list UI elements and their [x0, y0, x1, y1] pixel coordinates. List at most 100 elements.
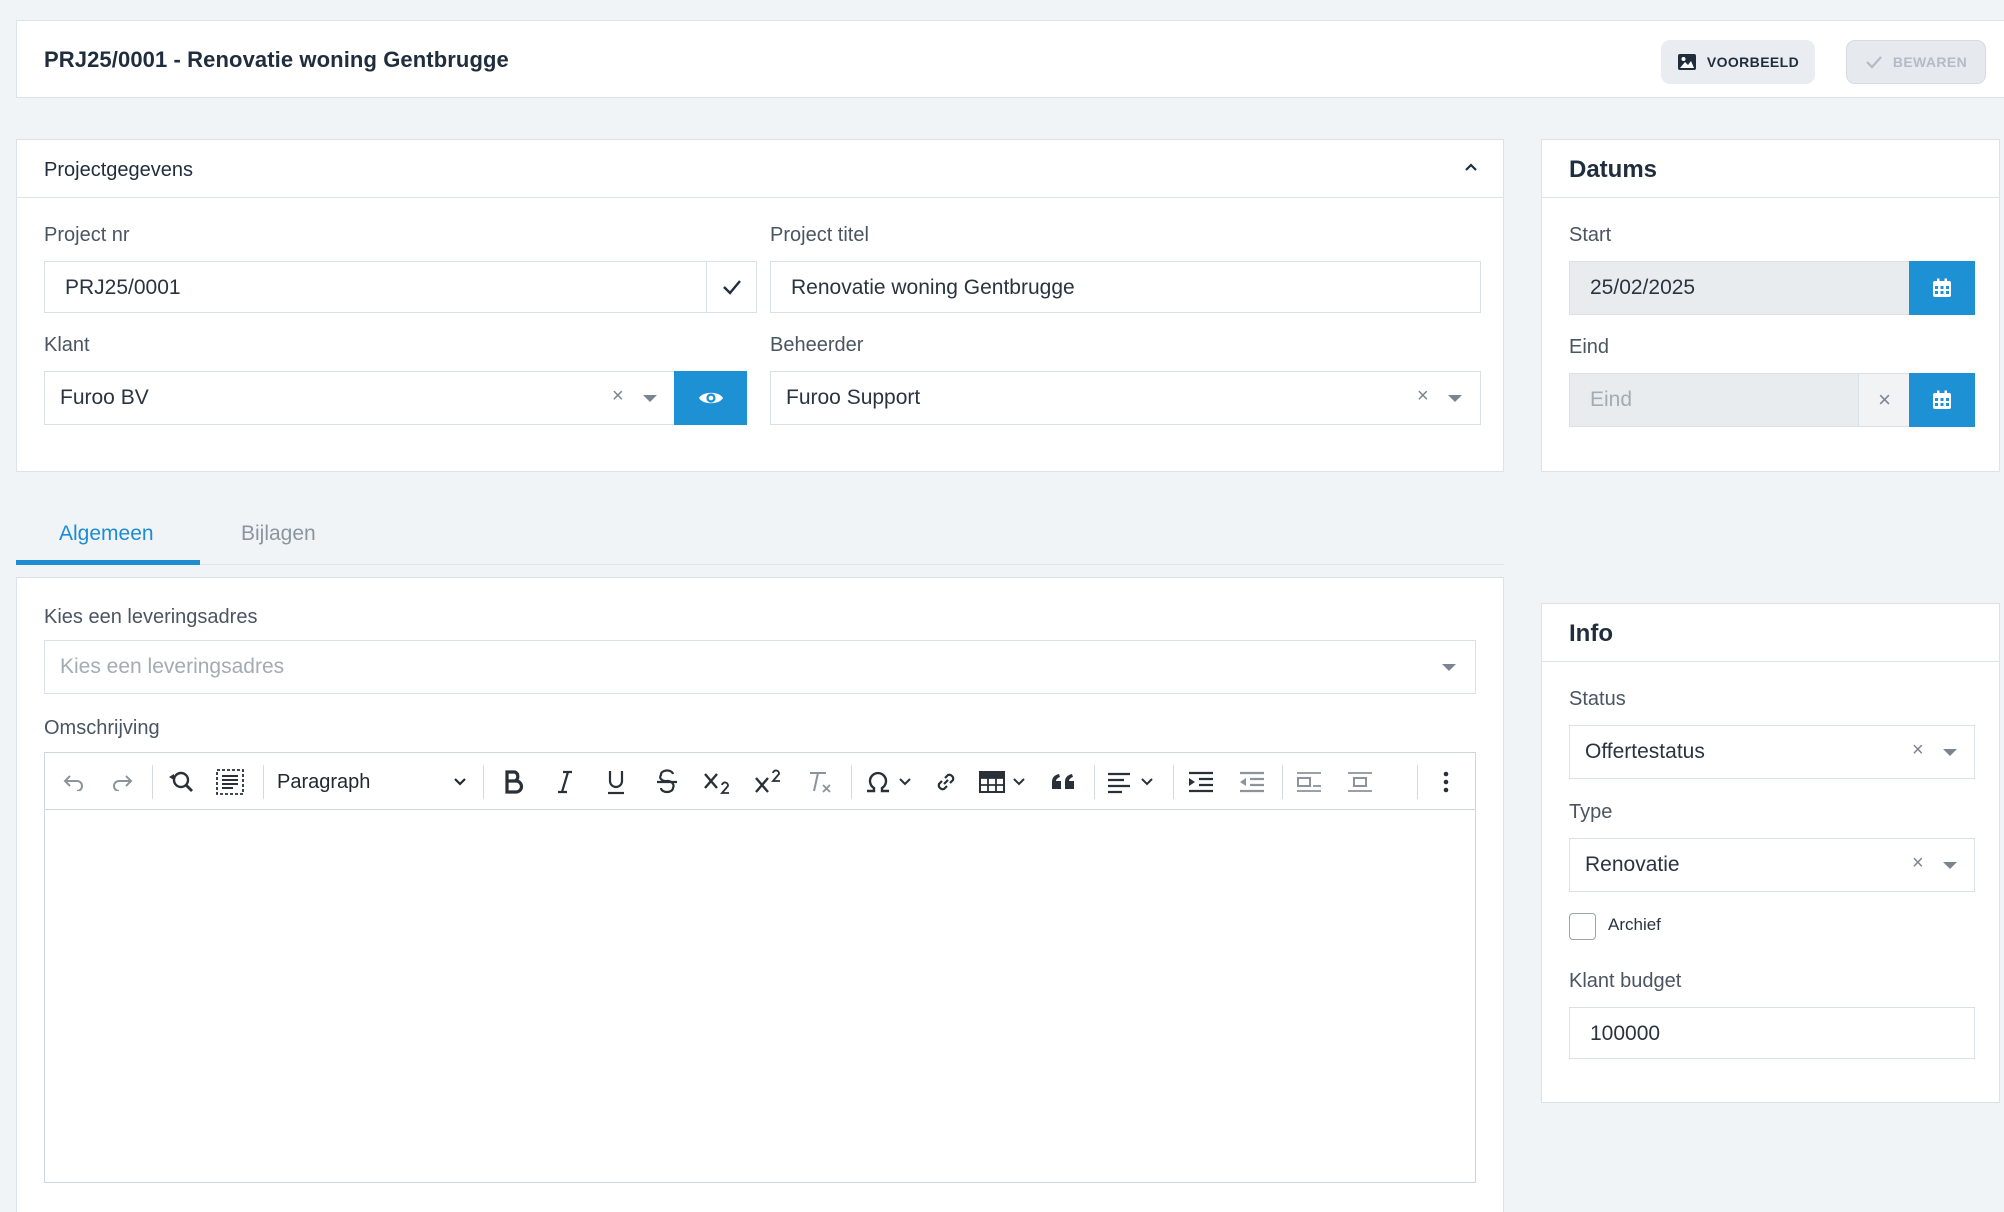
image-align-center-icon[interactable] — [1342, 767, 1378, 797]
project-card-title: Projectgegevens — [44, 159, 193, 181]
leveringsadres-placeholder: Kies een leveringsadres — [60, 655, 285, 678]
dates-card-header: Datums — [1542, 140, 1999, 198]
beheerder-value: Furoo Support — [786, 386, 921, 409]
klant-label: Klant — [44, 334, 90, 356]
paragraph-format-label: Paragraph — [277, 770, 371, 793]
archief-checkbox[interactable] — [1569, 913, 1596, 940]
check-icon — [722, 280, 741, 295]
start-calendar-button[interactable] — [1909, 261, 1975, 315]
project-titel-label: Project titel — [770, 224, 869, 246]
project-nr-validate-button[interactable] — [706, 262, 756, 312]
active-tab-indicator — [16, 560, 200, 565]
undo-icon[interactable] — [57, 767, 91, 797]
project-details-card: Projectgegevens Project nr PRJ25/0001 Pr… — [16, 139, 1504, 472]
chevron-up-icon[interactable] — [1464, 162, 1478, 172]
dates-card: Datums Start 25/02/2025 Eind Eind × — [1541, 139, 2000, 472]
eind-label: Eind — [1569, 336, 1610, 358]
info-card-title: Info — [1569, 620, 1613, 647]
remove-format-icon[interactable] — [802, 767, 838, 797]
indent-icon[interactable] — [1183, 767, 1219, 797]
subscript-icon[interactable] — [700, 767, 736, 797]
check-icon — [1866, 56, 1882, 69]
underline-icon[interactable] — [598, 767, 634, 797]
project-nr-input[interactable]: PRJ25/0001 — [44, 261, 757, 313]
caret-down-icon[interactable] — [1943, 749, 1957, 756]
klant-select[interactable]: Furoo BV × — [44, 371, 675, 425]
tab-algemeen[interactable]: Algemeen — [59, 522, 154, 546]
start-date-input[interactable]: 25/02/2025 — [1569, 261, 1910, 315]
toolbar-separator — [1282, 765, 1283, 799]
project-nr-label: Project nr — [44, 224, 130, 246]
budget-label: Klant budget — [1569, 970, 1682, 992]
status-value: Offertestatus — [1585, 740, 1705, 763]
beheerder-select[interactable]: Furoo Support × — [770, 371, 1481, 425]
toolbar-separator — [483, 765, 484, 799]
link-icon[interactable] — [928, 767, 964, 797]
find-replace-icon[interactable] — [162, 767, 198, 797]
project-nr-value: PRJ25/0001 — [65, 276, 181, 299]
editor-content-area[interactable] — [45, 811, 1475, 1182]
save-button[interactable]: BEWAREN — [1846, 40, 1986, 84]
page-title: PRJ25/0001 - Renovatie woning Gentbrugge — [44, 47, 509, 72]
eye-icon — [698, 392, 723, 404]
clear-icon: × — [1878, 387, 1891, 412]
end-date-placeholder: Eind — [1590, 388, 1633, 411]
caret-down-icon[interactable] — [643, 395, 657, 402]
start-date-value: 25/02/2025 — [1590, 276, 1696, 299]
block-quote-icon[interactable] — [1045, 767, 1081, 797]
beheerder-label: Beheerder — [770, 334, 864, 356]
special-characters-icon[interactable] — [860, 767, 920, 797]
preview-button-label: VOORBEELD — [1706, 54, 1800, 70]
toolbar-separator — [1417, 765, 1418, 799]
table-icon[interactable] — [975, 767, 1035, 797]
general-tab-panel: Kies een leveringsadres Kies een leverin… — [16, 577, 1504, 1212]
save-button-label: BEWAREN — [1892, 54, 1968, 70]
image-icon — [1677, 54, 1696, 70]
editor-toolbar: Paragraph — [45, 753, 1475, 810]
leveringsadres-label: Kies een leveringsadres — [44, 606, 258, 628]
toolbar-separator — [152, 765, 153, 799]
budget-input[interactable]: 100000 — [1569, 1007, 1975, 1059]
clear-icon[interactable]: × — [1912, 739, 1924, 762]
toolbar-separator — [851, 765, 852, 799]
preview-button[interactable]: VOORBEELD — [1661, 40, 1815, 84]
paragraph-format-dropdown[interactable]: Paragraph — [277, 767, 467, 797]
toolbar-separator — [1094, 765, 1095, 799]
strikethrough-icon[interactable] — [649, 767, 685, 797]
end-calendar-button[interactable] — [1909, 373, 1975, 427]
type-value: Renovatie — [1585, 853, 1680, 876]
caret-down-icon[interactable] — [1442, 664, 1456, 671]
calendar-icon — [1933, 390, 1951, 409]
more-options-icon[interactable] — [1431, 767, 1461, 797]
chevron-down-icon — [454, 778, 466, 786]
clear-icon[interactable]: × — [612, 385, 624, 408]
project-card-header[interactable]: Projectgegevens — [17, 140, 1503, 198]
select-all-icon[interactable] — [212, 767, 248, 797]
dates-card-title: Datums — [1569, 156, 1658, 183]
info-card: Info Status Offertestatus × Type Renovat… — [1541, 603, 2000, 1103]
project-titel-input[interactable]: Renovatie woning Gentbrugge — [770, 261, 1481, 313]
rich-text-editor[interactable]: Paragraph — [44, 752, 1476, 1183]
start-label: Start — [1569, 224, 1612, 246]
clear-icon[interactable]: × — [1912, 852, 1924, 875]
archief-label[interactable]: Archief — [1608, 915, 1661, 935]
status-select[interactable]: Offertestatus × — [1569, 725, 1975, 779]
clear-end-date-button[interactable]: × — [1858, 374, 1910, 426]
view-klant-button[interactable] — [674, 371, 747, 425]
type-select[interactable]: Renovatie × — [1569, 838, 1975, 892]
outdent-icon[interactable] — [1234, 767, 1270, 797]
clear-icon[interactable]: × — [1417, 385, 1429, 408]
bold-icon[interactable] — [496, 767, 532, 797]
redo-icon[interactable] — [105, 767, 139, 797]
end-date-input[interactable]: Eind × — [1569, 373, 1910, 427]
image-align-left-icon[interactable] — [1291, 767, 1327, 797]
superscript-icon[interactable] — [751, 767, 787, 797]
toolbar-separator — [263, 765, 264, 799]
text-align-icon[interactable] — [1103, 767, 1163, 797]
leveringsadres-select[interactable]: Kies een leveringsadres — [44, 640, 1476, 694]
page-header: PRJ25/0001 - Renovatie woning Gentbrugge… — [16, 20, 2004, 98]
caret-down-icon[interactable] — [1943, 862, 1957, 869]
tab-bijlagen[interactable]: Bijlagen — [241, 522, 316, 546]
caret-down-icon[interactable] — [1448, 395, 1462, 402]
italic-icon[interactable] — [547, 767, 583, 797]
